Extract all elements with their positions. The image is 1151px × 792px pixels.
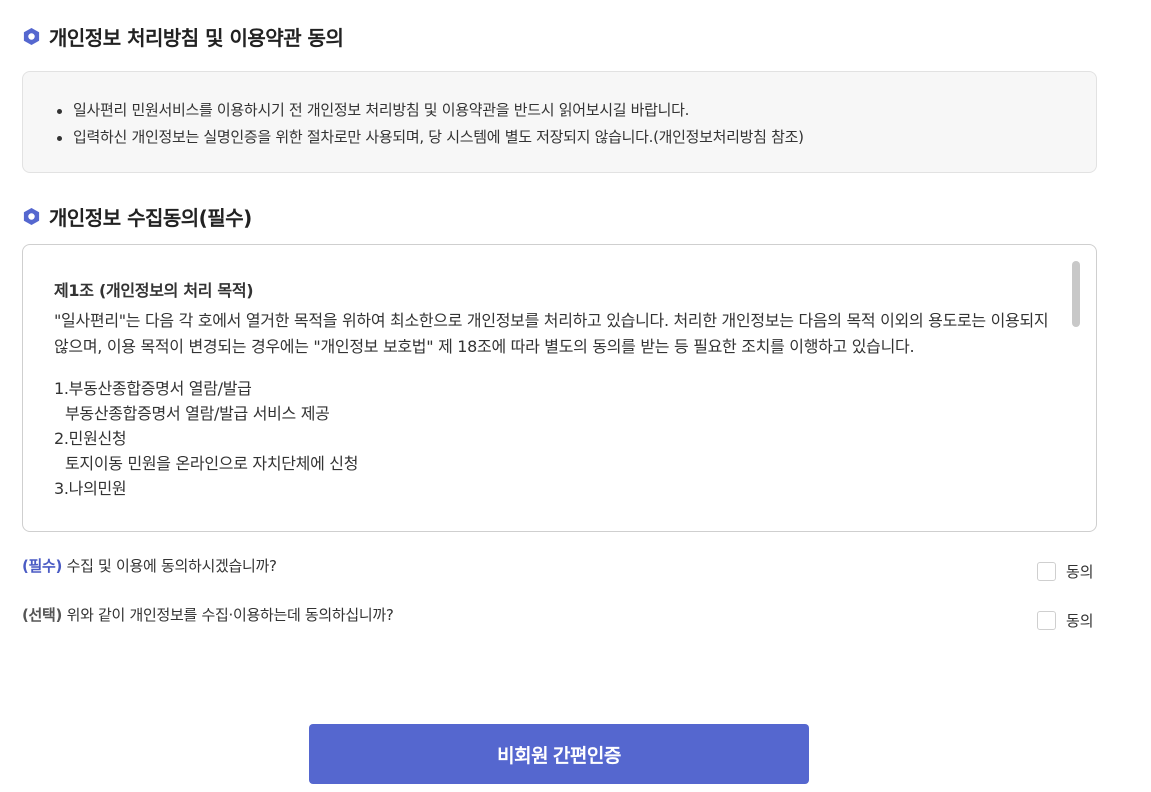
- checkbox-box[interactable]: [1037, 562, 1056, 581]
- terms-list-item: 1.부동산종합증명서 열람/발급: [54, 379, 252, 398]
- guest-simple-auth-button[interactable]: 비회원 간편인증: [309, 724, 809, 784]
- terms-list-subitem: 부동산종합증명서 열람/발급 서비스 제공: [65, 404, 330, 423]
- required-consent-row: (필수) 수집 및 이용에 동의하시겠습니까? 동의: [22, 553, 1097, 583]
- optional-tag: (선택): [22, 606, 63, 624]
- terms-list-subitem: 토지이동 민원을 온라인으로 자치단체에 신청: [65, 454, 359, 473]
- collection-consent-title: 개인정보 수집동의(필수): [22, 202, 252, 231]
- terms-purpose-list: 1.부동산종합증명서 열람/발급 부동산종합증명서 열람/발급 서비스 제공 2…: [54, 376, 1059, 501]
- scrollbar-thumb[interactable]: [1072, 261, 1080, 327]
- notice-item: 일사편리 민원서비스를 이용하시기 전 개인정보 처리방침 및 이용약관을 반드…: [53, 97, 1096, 124]
- agree-label[interactable]: 동의: [1066, 610, 1094, 631]
- terms-content: 제1조 (개인정보의 처리 목적) "일사편리"는 다음 각 호에서 열거한 목…: [54, 278, 1059, 510]
- section-title-text: 개인정보 수집동의(필수): [49, 206, 252, 230]
- optional-consent-question: (선택) 위와 같이 개인정보를 수집·이용하는데 동의하십니까?: [22, 604, 394, 625]
- optional-question-text: 위와 같이 개인정보를 수집·이용하는데 동의하십니까?: [66, 606, 394, 624]
- terms-article-body: "일사편리"는 다음 각 호에서 열거한 목적을 위하여 최소한으로 개인정보를…: [54, 311, 1049, 356]
- terms-list-item: 3.나의민원: [54, 479, 127, 498]
- required-tag: (필수): [22, 557, 63, 575]
- required-question-text: 수집 및 이용에 동의하시겠습니까?: [66, 557, 277, 575]
- checkbox-box[interactable]: [1037, 611, 1056, 630]
- optional-consent-row: (선택) 위와 같이 개인정보를 수집·이용하는데 동의하십니까? 동의: [22, 602, 1097, 632]
- hexagon-bullet-icon: [22, 207, 41, 226]
- section-title-text: 개인정보 처리방침 및 이용약관 동의: [49, 26, 344, 50]
- terms-list-item: 2.민원신청: [54, 429, 127, 448]
- agree-label[interactable]: 동의: [1066, 561, 1094, 582]
- notice-list: 일사편리 민원서비스를 이용하시기 전 개인정보 처리방침 및 이용약관을 반드…: [53, 97, 1096, 151]
- notice-box: 일사편리 민원서비스를 이용하시기 전 개인정보 처리방침 및 이용약관을 반드…: [22, 71, 1097, 173]
- hexagon-bullet-icon: [22, 27, 41, 46]
- optional-agree-checkbox[interactable]: 동의: [1037, 610, 1094, 631]
- notice-item: 입력하신 개인정보는 실명인증을 위한 절차로만 사용되며, 당 시스템에 별도…: [53, 124, 1096, 151]
- terms-article-heading: 제1조 (개인정보의 처리 목적): [54, 281, 254, 300]
- required-consent-question: (필수) 수집 및 이용에 동의하시겠습니까?: [22, 555, 277, 576]
- terms-scroll-box[interactable]: 제1조 (개인정보의 처리 목적) "일사편리"는 다음 각 호에서 열거한 목…: [22, 244, 1097, 532]
- required-agree-checkbox[interactable]: 동의: [1037, 561, 1094, 582]
- privacy-policy-title: 개인정보 처리방침 및 이용약관 동의: [22, 22, 344, 51]
